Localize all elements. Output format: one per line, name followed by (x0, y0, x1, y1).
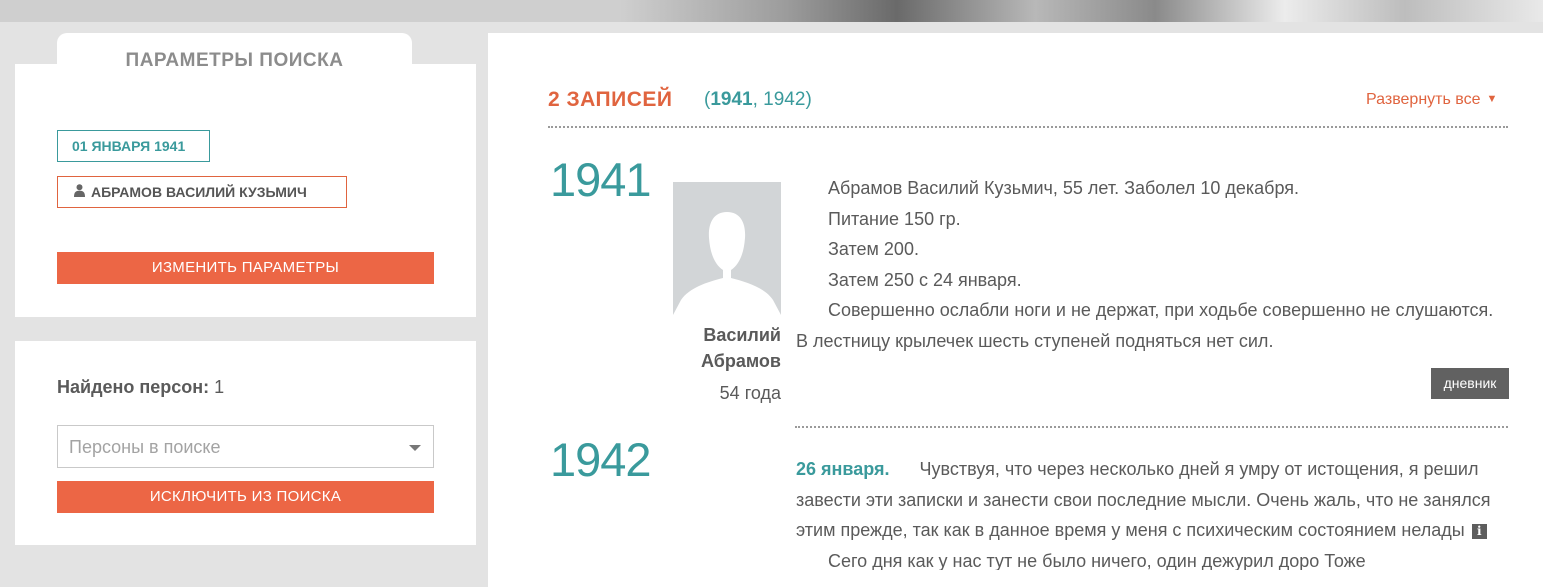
found-label: Найдено персон: (57, 377, 210, 397)
diary-entry: 26 января. Чувствуя, что через несколько … (796, 454, 1508, 570)
expand-all-link[interactable]: Развернуть все ▼ (1366, 91, 1497, 109)
banner-photo (620, 0, 1543, 22)
years-sep: , (752, 89, 764, 110)
entry-paragraph: Питание 150 гр. (828, 208, 961, 229)
entry-date: 26 января. (796, 459, 890, 479)
years-filter: (1941, 1942) (704, 89, 812, 111)
persons-select-placeholder: Персоны в поиске (69, 437, 221, 457)
change-params-button[interactable]: ИЗМЕНИТЬ ПАРАМЕТРЫ (57, 252, 434, 284)
search-params-title: ПАРАМЕТРЫ ПОИСКА (125, 50, 344, 71)
entry-paragraph: Затем 250 с 24 января. (828, 269, 1022, 290)
divider (548, 126, 1508, 128)
persons-select[interactable]: Персоны в поиске (57, 425, 434, 468)
person-name[interactable]: Василий Абрамов (660, 322, 781, 374)
entry-paragraph: Абрамов Василий Кузьмич, 55 лет. Заболел… (828, 178, 1299, 198)
triangle-down-icon: ▼ (1486, 93, 1498, 105)
entry-paragraph: Совершенно ослабли ноги и не держат, при… (796, 300, 1494, 351)
year-heading: 1942 (550, 433, 652, 486)
person-chip-label: АБРАМОВ ВАСИЛИЙ КУЗЬМИЧ (91, 184, 307, 200)
source-tag-diary[interactable]: дневник (1431, 368, 1509, 399)
person-silhouette-icon (673, 212, 781, 315)
divider (795, 426, 1508, 428)
person-last-name: Абрамов (700, 351, 781, 371)
person-first-name: Василий (703, 325, 781, 345)
diary-entry: Абрамов Василий Кузьмич, 55 лет. Заболел… (796, 173, 1508, 356)
found-count: 1 (214, 377, 225, 397)
person-icon (74, 177, 85, 207)
date-filter-chip[interactable]: 01 ЯНВАРЯ 1941 (57, 130, 210, 162)
entry-paragraph-cut: Сего дня как у нас тут не было ничего, о… (828, 550, 1366, 570)
years-paren-close: ) (805, 89, 812, 110)
records-count: 2 ЗАПИСЕЙ (548, 88, 673, 111)
person-filter-chip[interactable]: АБРАМОВ ВАСИЛИЙ КУЗЬМИЧ (57, 176, 347, 208)
entry-paragraph: Затем 200. (828, 239, 919, 259)
year-link-1941[interactable]: 1941 (710, 89, 752, 110)
exclude-button[interactable]: ИСКЛЮЧИТЬ ИЗ ПОИСКА (57, 481, 434, 513)
chevron-down-icon (409, 445, 421, 451)
found-persons: Найдено персон: 1 (57, 377, 224, 398)
year-heading: 1941 (550, 153, 652, 206)
top-banner (0, 0, 1543, 22)
person-age: 54 года (719, 383, 781, 403)
expand-all-label: Развернуть все (1366, 91, 1481, 108)
avatar[interactable] (673, 182, 781, 315)
year-link-1942[interactable]: 1942 (763, 89, 805, 110)
info-icon[interactable]: i (1471, 524, 1487, 539)
entry-text: Чувствуя, что через несколько дней я умр… (796, 459, 1491, 540)
